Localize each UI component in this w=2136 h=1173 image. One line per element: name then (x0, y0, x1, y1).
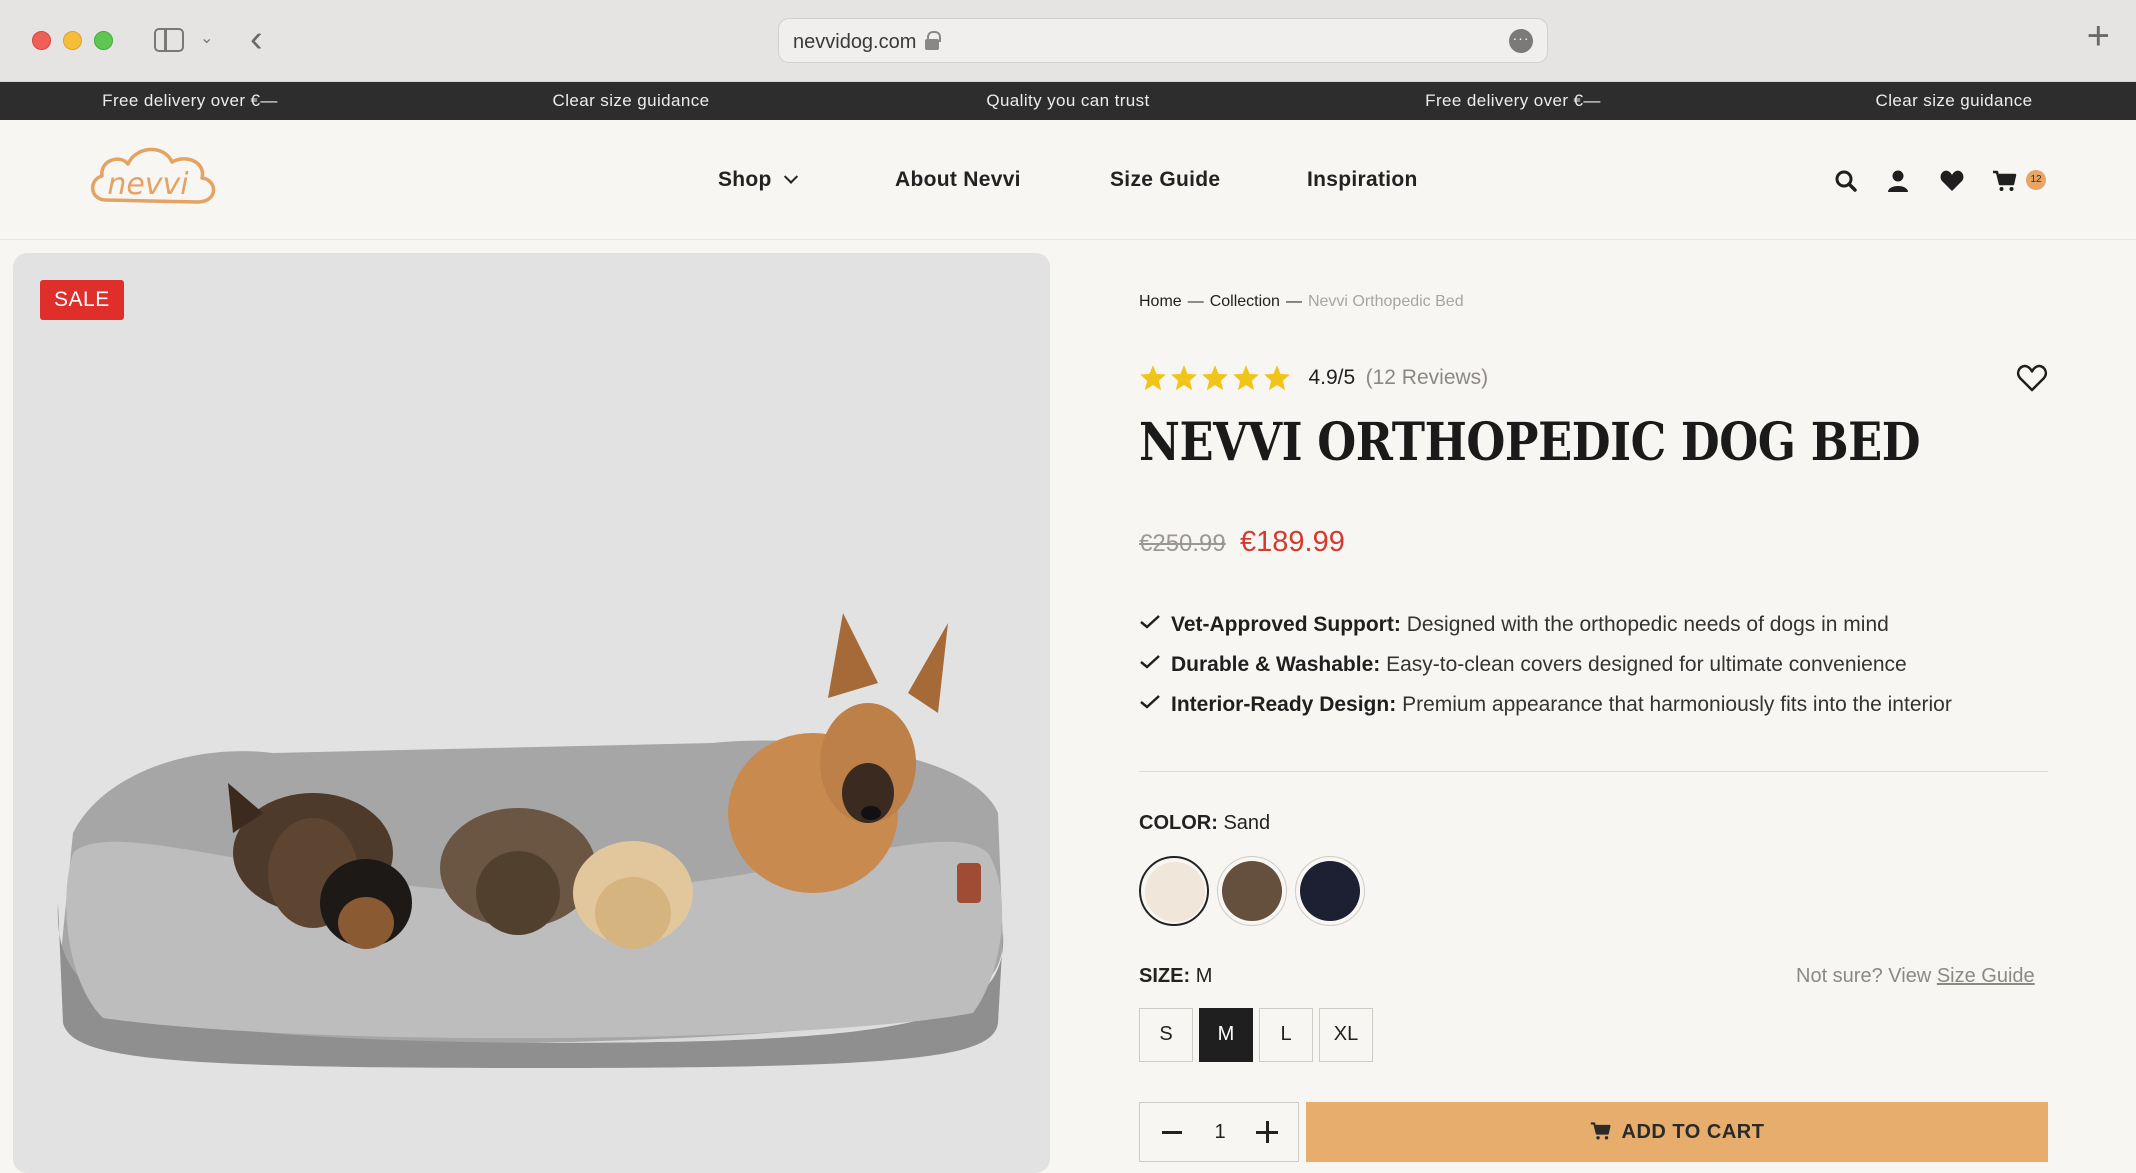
announcement-item: Free delivery over €— (102, 91, 278, 110)
check-icon (1140, 695, 1160, 709)
rating[interactable]: 4.9/5 (12 Reviews) (1139, 364, 1488, 394)
url-text: nevvidog.com (793, 31, 917, 53)
swatch-fill (1300, 861, 1360, 921)
color-label-title: COLOR: (1139, 812, 1218, 834)
nav-inspiration[interactable]: Inspiration (1307, 168, 1418, 192)
rating-score: 4.9/5 (1308, 366, 1356, 389)
wishlist-heart-icon[interactable] (2016, 363, 2048, 393)
quantity-stepper: 1 (1139, 1102, 1299, 1162)
color-label: COLOR: Sand (1139, 812, 1270, 835)
star-icon (1202, 365, 1228, 391)
lock-icon (925, 31, 941, 50)
search-icon[interactable] (1833, 168, 1859, 194)
breadcrumb-collection[interactable]: Collection (1210, 293, 1280, 310)
rating-count[interactable]: (12 Reviews) (1366, 366, 1489, 390)
check-icon (1140, 655, 1160, 669)
nevvi-logo[interactable]: nevvi (86, 142, 222, 214)
color-swatch-brown[interactable] (1217, 856, 1287, 926)
feature-item: Durable & Washable: Easy-to-clean covers… (1139, 653, 1907, 677)
announcement-item: Free delivery over €— (1425, 91, 1601, 110)
size-help-text: Not sure? View (1796, 965, 1932, 987)
breadcrumb-separator: — (1285, 293, 1302, 310)
minimize-window-button[interactable] (63, 31, 82, 50)
account-icon[interactable] (1885, 168, 1911, 194)
size-option-m[interactable]: M (1199, 1008, 1253, 1062)
swatch-fill (1222, 861, 1282, 921)
announcement-item: Clear size guidance (552, 91, 710, 110)
quantity-value[interactable]: 1 (1208, 1121, 1232, 1144)
feature-item: Interior-Ready Design: Premium appearanc… (1139, 693, 1952, 717)
feature-title: Durable & Washable: (1171, 653, 1381, 676)
feature-text: Premium appearance that harmoniously fit… (1402, 693, 1952, 716)
announcement-item: Clear size guidance (1875, 91, 2033, 110)
cart-icon[interactable] (1992, 168, 2018, 194)
chevron-down-icon[interactable]: ⌄ (200, 28, 213, 48)
logo-text: nevvi (107, 167, 189, 202)
breadcrumb: Home — Collection — Nevvi Orthopedic Bed (1139, 293, 1464, 311)
maximize-window-button[interactable] (94, 31, 113, 50)
breadcrumb-home[interactable]: Home (1139, 293, 1182, 310)
swatch-fill (1145, 862, 1205, 922)
breadcrumb-separator: — (1187, 293, 1204, 310)
size-guide-link[interactable]: Size Guide (1937, 965, 2035, 987)
heart-icon[interactable] (1939, 168, 1965, 194)
feature-title: Interior-Ready Design: (1171, 693, 1397, 716)
color-swatch-sand[interactable] (1139, 856, 1209, 926)
add-to-cart-label: ADD TO CART (1621, 1121, 1765, 1143)
color-swatch-navy[interactable] (1295, 856, 1365, 926)
product-image[interactable]: SALE (13, 253, 1050, 1173)
feature-item: Vet-Approved Support: Designed with the … (1139, 613, 1889, 637)
sidebar-toggle-icon[interactable] (154, 28, 184, 52)
check-icon (1140, 615, 1160, 629)
star-icon (1233, 365, 1259, 391)
more-options-icon[interactable]: ··· (1509, 29, 1533, 53)
sale-badge: SALE (40, 280, 124, 320)
close-window-button[interactable] (32, 31, 51, 50)
increase-quantity-button[interactable] (1256, 1121, 1278, 1143)
breadcrumb-current: Nevvi Orthopedic Bed (1307, 293, 1464, 310)
star-icon (1264, 365, 1290, 391)
browser-toolbar: ⌄ ‹ nevvidog.com ··· + (0, 0, 2136, 82)
nav-about[interactable]: About Nevvi (895, 168, 1021, 192)
address-bar[interactable]: nevvidog.com ··· (778, 18, 1548, 63)
cart-count-badge: 12 (2026, 170, 2046, 190)
cart-icon (1590, 1122, 1611, 1140)
size-option-l[interactable]: L (1259, 1008, 1313, 1062)
star-icon (1140, 365, 1166, 391)
feature-title: Vet-Approved Support: (1171, 613, 1401, 636)
add-to-cart-button[interactable]: ADD TO CART (1306, 1102, 2048, 1162)
size-option-s[interactable]: S (1139, 1008, 1193, 1062)
site-header: nevvi Shop About Nevvi Size Guide Inspir… (0, 120, 2136, 240)
dog-bed-photo (33, 613, 1033, 1068)
announcement-bar: Free delivery over €— Clear size guidanc… (0, 82, 2136, 120)
original-price: €250.99 (1139, 530, 1226, 557)
sale-price: €189.99 (1240, 526, 1345, 558)
feature-text: Easy-to-clean covers designed for ultima… (1386, 653, 1907, 676)
size-label-title: SIZE: (1139, 965, 1191, 987)
size-help: Not sure? View Size Guide (1796, 965, 2035, 988)
size-selected-value: M (1195, 965, 1213, 987)
announcement-item: Quality you can trust (986, 91, 1150, 110)
divider (1139, 771, 2048, 772)
star-icon (1171, 365, 1197, 391)
size-option-xl[interactable]: XL (1319, 1008, 1373, 1062)
chevron-down-icon (783, 169, 798, 184)
product-title: NEVVI ORTHOPEDIC DOG BED (1139, 412, 1921, 473)
nav-shop[interactable]: Shop (718, 168, 798, 192)
size-label: SIZE: M (1139, 965, 1212, 988)
nav-shop-label: Shop (718, 168, 772, 191)
color-selected-value: Sand (1223, 812, 1271, 834)
feature-text: Designed with the orthopedic needs of do… (1406, 613, 1889, 636)
decrease-quantity-button[interactable] (1162, 1131, 1182, 1134)
back-button[interactable]: ‹ (250, 20, 263, 58)
new-tab-button[interactable]: + (2087, 16, 2110, 56)
nav-size-guide[interactable]: Size Guide (1110, 168, 1220, 192)
